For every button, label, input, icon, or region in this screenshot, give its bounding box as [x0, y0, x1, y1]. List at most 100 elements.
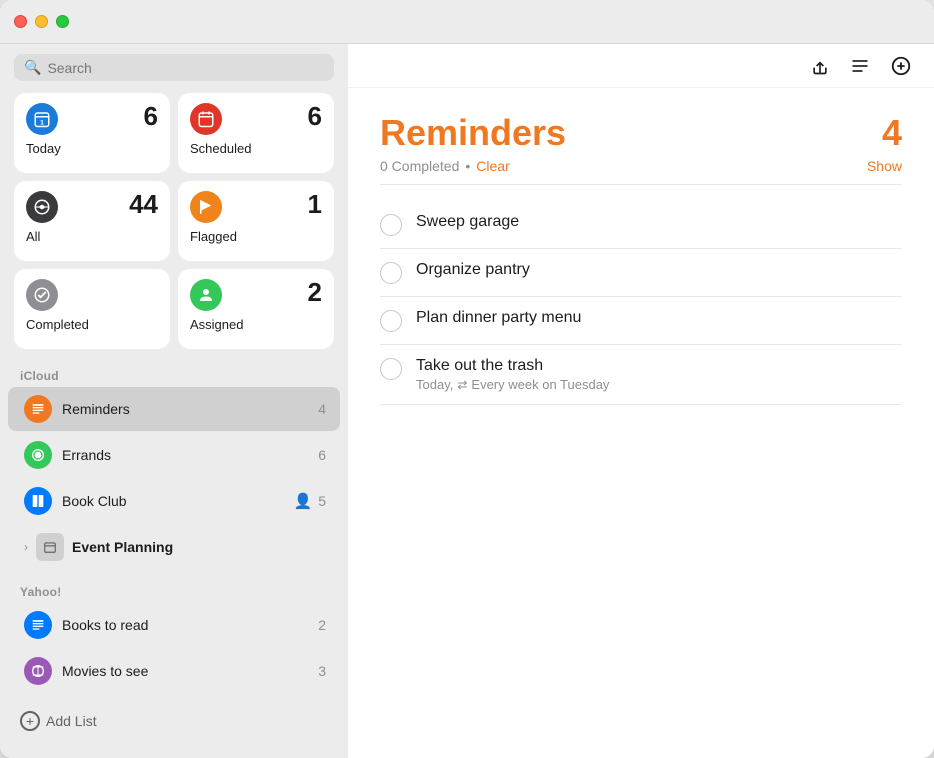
completed-text: 0 Completed	[380, 158, 459, 174]
yahoo-section-header: Yahoo!	[0, 579, 348, 603]
sidebar-item-reminders[interactable]: Reminders 4	[8, 387, 340, 431]
svg-text:1: 1	[40, 119, 44, 126]
smart-card-flagged[interactable]: 1 Flagged	[178, 181, 334, 261]
icloud-section-header: iCloud	[0, 363, 348, 387]
errands-list-icon	[24, 441, 52, 469]
reminder-subtitle-4: Today, ⇄ Every week on Tuesday	[416, 377, 902, 392]
assigned-icon	[190, 279, 222, 311]
eventplanning-group-name: Event Planning	[72, 539, 173, 555]
search-bar[interactable]: 🔍	[14, 54, 334, 81]
completed-bar: 0 Completed • Clear Show	[380, 158, 902, 185]
main-content: Reminders 4 0 Completed • Clear Show Swe…	[348, 44, 934, 758]
errands-list-count: 6	[318, 447, 326, 463]
search-input[interactable]	[47, 60, 324, 76]
reminders-list-count: 4	[318, 401, 326, 417]
assigned-count: 2	[308, 279, 322, 305]
bookstoread-list-count: 2	[318, 617, 326, 633]
sidebar-item-moviestosee[interactable]: Movies to see 3	[8, 649, 340, 693]
smart-card-completed[interactable]: Completed	[14, 269, 170, 349]
add-list-circle-icon: +	[20, 711, 40, 731]
moviestosee-list-icon	[24, 657, 52, 685]
today-icon: 1	[26, 103, 58, 135]
reminder-title-2: Organize pantry	[416, 261, 902, 279]
reminder-content-4: Take out the trash Today, ⇄ Every week o…	[416, 357, 902, 392]
reminder-circle-3[interactable]	[380, 310, 402, 332]
assigned-label: Assigned	[190, 317, 322, 332]
smart-card-scheduled[interactable]: 6 Scheduled	[178, 93, 334, 173]
today-count: 6	[144, 103, 158, 129]
sidebar-item-bookstoread[interactable]: Books to read 2	[8, 603, 340, 647]
all-count: 44	[129, 191, 158, 217]
flagged-icon	[190, 191, 222, 223]
repeat-icon: ⇄	[457, 378, 467, 392]
smart-card-all[interactable]: 44 All	[14, 181, 170, 261]
bookclub-list-count: 👤 5	[294, 492, 326, 510]
reminder-title-4: Take out the trash	[416, 357, 902, 375]
smart-lists-grid: 1 6 Today	[0, 93, 348, 363]
reminder-date-4: Today,	[416, 377, 453, 392]
reminder-item-1: Sweep garage	[380, 201, 902, 249]
minimize-button[interactable]	[35, 15, 48, 28]
reminder-item-4: Take out the trash Today, ⇄ Every week o…	[380, 345, 902, 405]
reminders-view: Reminders 4 0 Completed • Clear Show Swe…	[348, 88, 934, 758]
reminder-content-1: Sweep garage	[416, 213, 902, 231]
reminders-list-icon	[24, 395, 52, 423]
sidebar-item-errands[interactable]: Errands 6	[8, 433, 340, 477]
add-reminder-button[interactable]	[888, 53, 914, 79]
smart-card-today[interactable]: 1 6 Today	[14, 93, 170, 173]
chevron-right-icon: ›	[24, 540, 28, 554]
traffic-lights	[14, 15, 69, 28]
bookclub-list-name: Book Club	[62, 493, 284, 509]
clear-button[interactable]: Clear	[476, 158, 509, 174]
reminders-count: 4	[882, 112, 902, 154]
today-label: Today	[26, 141, 158, 156]
completed-label: Completed	[26, 317, 158, 332]
reminder-recurrence-4: Every week on Tuesday	[471, 377, 609, 392]
titlebar	[0, 0, 934, 44]
reminders-list-name: Reminders	[62, 401, 308, 417]
reminder-item-2: Organize pantry	[380, 249, 902, 297]
search-icon: 🔍	[24, 59, 41, 76]
all-label: All	[26, 229, 158, 244]
sidebar-item-bookclub[interactable]: Book Club 👤 5	[8, 479, 340, 523]
bookstoread-list-icon	[24, 611, 52, 639]
bookclub-list-icon	[24, 487, 52, 515]
shared-icon: 👤	[294, 492, 313, 510]
add-list-button[interactable]: + Add List	[0, 701, 348, 741]
errands-list-name: Errands	[62, 447, 308, 463]
close-button[interactable]	[14, 15, 27, 28]
scheduled-icon	[190, 103, 222, 135]
completed-icon	[26, 279, 58, 311]
flagged-label: Flagged	[190, 229, 322, 244]
maximize-button[interactable]	[56, 15, 69, 28]
smart-card-assigned[interactable]: 2 Assigned	[178, 269, 334, 349]
moviestosee-list-name: Movies to see	[62, 663, 308, 679]
reminder-content-2: Organize pantry	[416, 261, 902, 279]
eventplanning-group-icon	[36, 533, 64, 561]
reminder-content-3: Plan dinner party menu	[416, 309, 902, 327]
sidebar-item-eventplanning[interactable]: › Event Planning	[8, 525, 340, 569]
reminder-item-3: Plan dinner party menu	[380, 297, 902, 345]
app-window: 🔍 1 6	[0, 0, 934, 758]
show-button[interactable]: Show	[867, 158, 902, 174]
completed-dot: •	[465, 158, 470, 174]
add-list-label: Add List	[46, 713, 97, 729]
flagged-count: 1	[308, 191, 322, 217]
reminder-circle-1[interactable]	[380, 214, 402, 236]
scheduled-label: Scheduled	[190, 141, 322, 156]
scheduled-count: 6	[308, 103, 322, 129]
reminder-circle-2[interactable]	[380, 262, 402, 284]
all-icon	[26, 191, 58, 223]
list-options-button[interactable]	[848, 54, 872, 78]
toolbar	[348, 44, 934, 88]
sidebar: 🔍 1 6	[0, 44, 348, 758]
moviestosee-list-count: 3	[318, 663, 326, 679]
app-body: 🔍 1 6	[0, 44, 934, 758]
reminders-title: Reminders	[380, 112, 566, 154]
reminder-circle-4[interactable]	[380, 358, 402, 380]
reminders-header: Reminders 4	[380, 112, 902, 154]
reminder-title-1: Sweep garage	[416, 213, 902, 231]
reminder-title-3: Plan dinner party menu	[416, 309, 902, 327]
bookstoread-list-name: Books to read	[62, 617, 308, 633]
share-button[interactable]	[808, 53, 832, 79]
